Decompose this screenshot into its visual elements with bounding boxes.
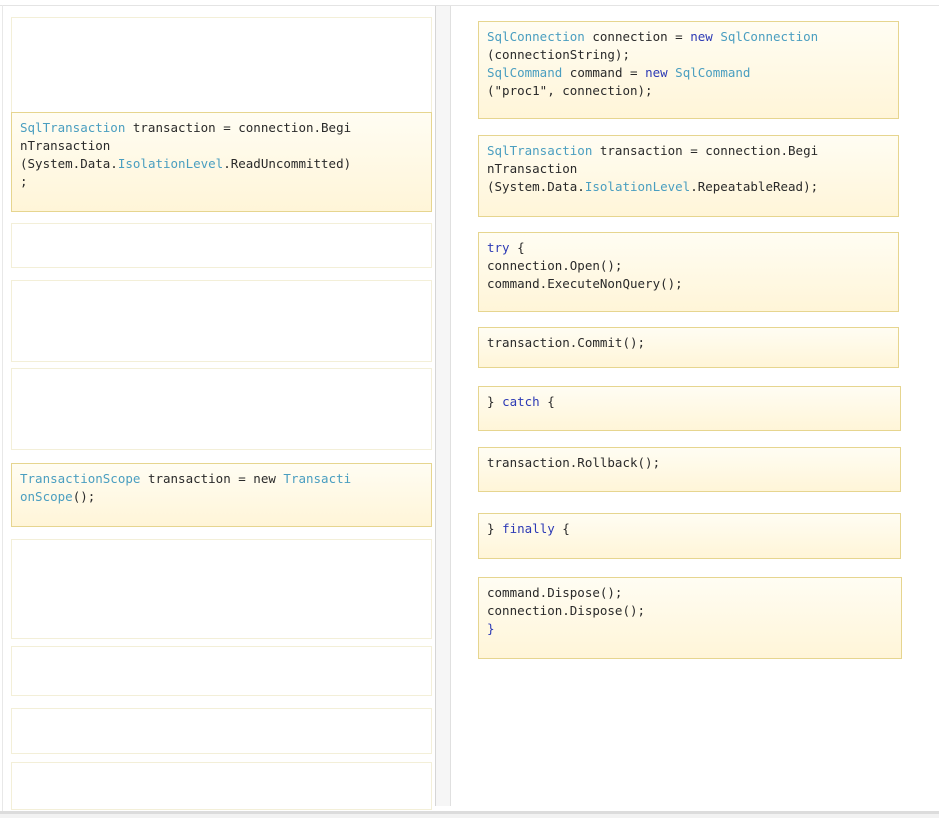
answer-block-commit[interactable]: transaction.Commit(); <box>478 327 899 368</box>
answer-block-connection[interactable]: SqlConnection connection = new SqlConnec… <box>478 21 899 119</box>
empty-source-slot <box>11 762 432 810</box>
column-gap <box>436 6 450 806</box>
answer-block-rollback[interactable]: transaction.Rollback(); <box>478 447 901 492</box>
source-column: SqlTransaction transaction = connection.… <box>3 6 435 811</box>
code-block-transactionscope[interactable]: TransactionScope transaction = new Trans… <box>11 463 432 527</box>
answer-block-try[interactable]: try { connection.Open(); command.Execute… <box>478 232 899 312</box>
empty-source-slot <box>11 280 432 362</box>
empty-source-slot <box>11 539 432 639</box>
answer-block-catch[interactable]: } catch { <box>478 386 901 431</box>
answer-block-finally[interactable]: } finally { <box>478 513 901 559</box>
frame-bottom-shadow <box>0 814 939 818</box>
answer-block-dispose[interactable]: command.Dispose(); connection.Dispose();… <box>478 577 902 659</box>
code-block-sqltransaction-readuncommitted[interactable]: SqlTransaction transaction = connection.… <box>11 112 432 212</box>
answer-column: SqlConnection connection = new SqlConnec… <box>451 6 939 811</box>
empty-source-slot <box>11 17 432 113</box>
empty-source-slot <box>11 368 432 450</box>
empty-source-slot <box>11 223 432 268</box>
empty-source-slot <box>11 708 432 754</box>
empty-source-slot <box>11 646 432 696</box>
answer-block-transaction[interactable]: SqlTransaction transaction = connection.… <box>478 135 899 217</box>
